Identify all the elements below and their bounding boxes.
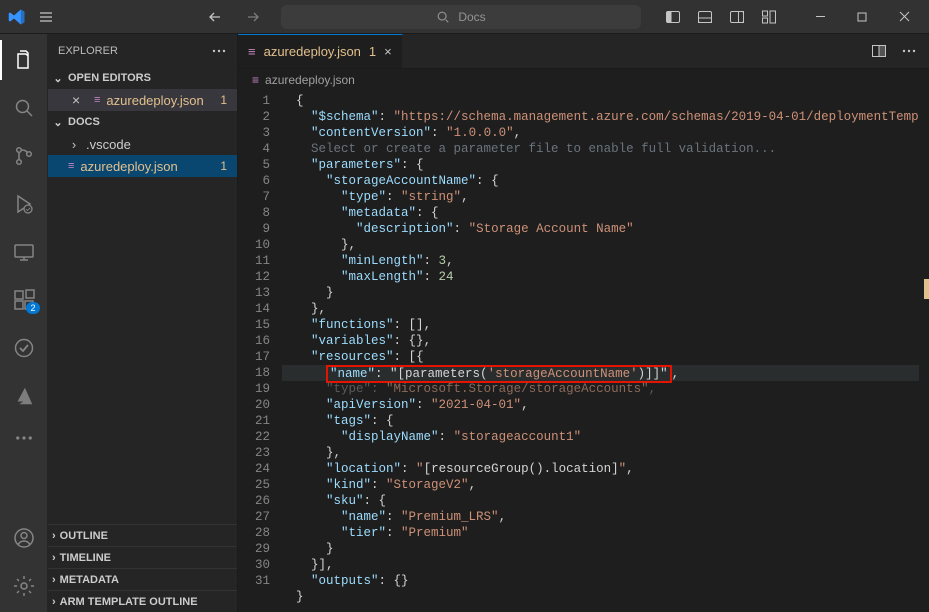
modified-count: 1 (220, 93, 227, 107)
json-file-icon: ≡ (252, 73, 259, 87)
minimap[interactable] (919, 91, 929, 612)
customize-layout-icon[interactable] (757, 5, 781, 29)
toggle-secondary-sidebar-icon[interactable] (725, 5, 749, 29)
sidebar-more-icon[interactable] (211, 43, 227, 59)
search-icon (436, 10, 450, 24)
tab-label: azuredeploy.json (264, 44, 361, 59)
section-open-editors[interactable]: ⌄ OPEN EDITORS (48, 67, 237, 89)
activity-source-control[interactable] (0, 136, 48, 176)
tree-file-azuredeploy[interactable]: ≡ azuredeploy.json 1 (48, 155, 237, 177)
sidebar-title: EXPLORER (58, 45, 118, 57)
activity-settings[interactable] (0, 566, 48, 606)
nav-forward-button[interactable] (241, 5, 265, 29)
window-minimize-button[interactable] (799, 0, 841, 34)
chevron-right-icon: › (68, 137, 80, 152)
close-icon[interactable]: × (72, 92, 88, 108)
line-gutter: 1234567891011121314151617181920212223242… (238, 91, 282, 612)
breadcrumbs[interactable]: ≡ azuredeploy.json (238, 69, 929, 91)
breadcrumb-item: azuredeploy.json (265, 73, 355, 87)
activity-azure[interactable] (0, 376, 48, 416)
open-editor-item[interactable]: × ≡ azuredeploy.json 1 (48, 89, 237, 111)
section-folder[interactable]: ⌄ DOCS (48, 111, 237, 133)
activity-search[interactable] (0, 88, 48, 128)
more-actions-icon[interactable] (901, 43, 917, 59)
section-metadata[interactable]: › METADATA (48, 568, 237, 590)
section-timeline[interactable]: › TIMELINE (48, 546, 237, 568)
file-name: azuredeploy.json (80, 159, 177, 174)
modified-count: 1 (220, 159, 227, 173)
chevron-down-icon: ⌄ (52, 116, 64, 129)
chevron-down-icon: ⌄ (52, 72, 64, 85)
activity-remote[interactable] (0, 232, 48, 272)
nav-back-button[interactable] (203, 5, 227, 29)
activity-bar: 2 (0, 34, 48, 612)
activity-accounts[interactable] (0, 518, 48, 558)
command-center-search[interactable]: Docs (281, 5, 641, 29)
chevron-right-icon: › (52, 552, 56, 564)
editor-area: ≡ azuredeploy.json 1 × ≡ azuredeploy.jso… (238, 34, 929, 612)
activity-more[interactable] (0, 424, 48, 452)
titlebar: Docs (0, 0, 929, 34)
folder-vscode[interactable]: › .vscode (48, 133, 237, 155)
section-outline[interactable]: › OUTLINE (48, 524, 237, 546)
chevron-right-icon: › (52, 574, 56, 586)
activity-run-debug[interactable] (0, 184, 48, 224)
activity-explorer[interactable] (0, 40, 48, 80)
window-maximize-button[interactable] (841, 0, 883, 34)
json-file-icon: ≡ (248, 44, 256, 59)
explorer-sidebar: EXPLORER ⌄ OPEN EDITORS × ≡ azuredeploy.… (48, 34, 238, 612)
section-arm-outline[interactable]: › ARM TEMPLATE OUTLINE (48, 590, 237, 612)
chevron-right-icon: › (52, 530, 56, 542)
activity-extensions[interactable]: 2 (0, 280, 48, 320)
search-placeholder: Docs (458, 10, 485, 24)
json-file-icon: ≡ (94, 94, 100, 106)
toggle-primary-sidebar-icon[interactable] (661, 5, 685, 29)
extensions-badge: 2 (26, 302, 39, 314)
tab-modified-count: 1 (369, 44, 376, 59)
activity-testing[interactable] (0, 328, 48, 368)
menu-icon[interactable] (34, 5, 58, 29)
code-editor[interactable]: 1234567891011121314151617181920212223242… (238, 91, 929, 612)
split-editor-icon[interactable] (871, 43, 887, 59)
file-name: azuredeploy.json (106, 93, 203, 108)
chevron-right-icon: › (52, 596, 56, 608)
close-icon[interactable]: × (384, 44, 392, 59)
window-close-button[interactable] (883, 0, 925, 34)
vscode-logo-icon (8, 8, 26, 26)
editor-tabs: ≡ azuredeploy.json 1 × (238, 34, 929, 69)
code-content[interactable]: { "$schema": "https://schema.management.… (282, 91, 929, 612)
tab-azuredeploy[interactable]: ≡ azuredeploy.json 1 × (238, 34, 403, 68)
json-file-icon: ≡ (68, 160, 74, 172)
toggle-panel-icon[interactable] (693, 5, 717, 29)
